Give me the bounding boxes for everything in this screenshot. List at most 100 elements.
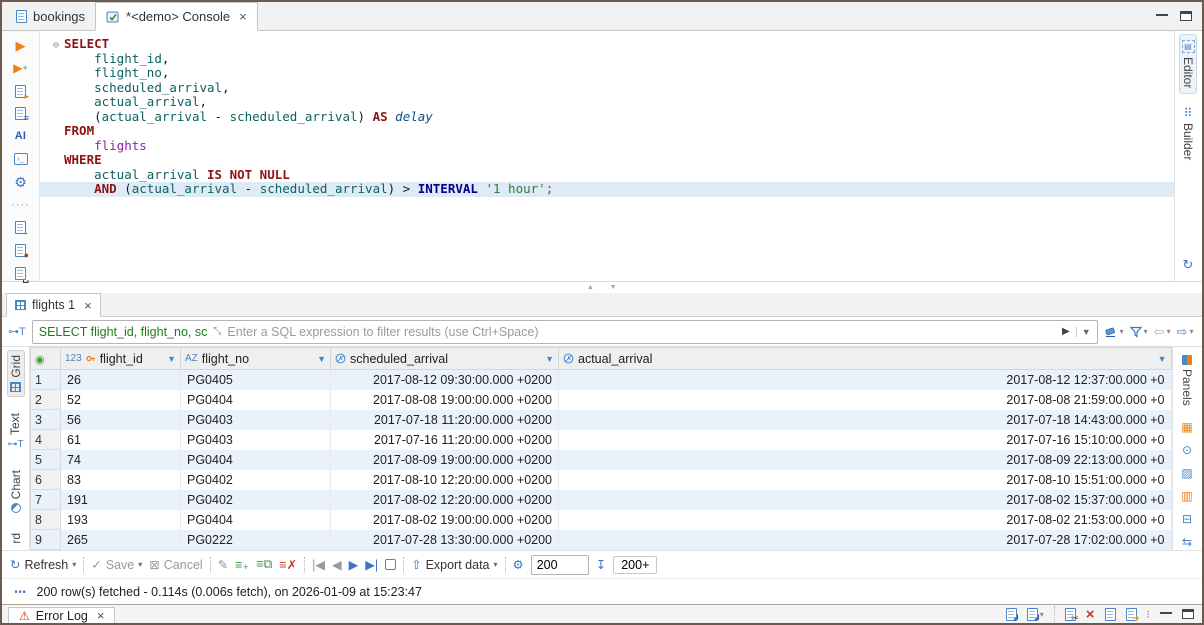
filter-input[interactable] bbox=[227, 324, 1056, 339]
delete-row-icon[interactable]: ≡✗ bbox=[279, 557, 297, 572]
fetch-next-page-button[interactable]: 200+ bbox=[613, 555, 658, 574]
ai-assistant-icon[interactable]: AI bbox=[11, 129, 31, 144]
clear-filter-icon[interactable]: ▾ bbox=[1104, 326, 1124, 338]
settings-gear-icon[interactable]: ⚙ bbox=[11, 175, 31, 190]
maximize-icon[interactable] bbox=[1179, 11, 1192, 21]
grid-cell[interactable]: 2017-08-02 15:37:00.000 +0 bbox=[558, 489, 1172, 510]
fetch-size-input[interactable] bbox=[530, 554, 589, 575]
grid-cell[interactable]: 2017-07-18 14:43:00.000 +0 bbox=[558, 409, 1172, 430]
save-button[interactable]: ✓ Save ▾ bbox=[91, 557, 142, 573]
export-data-button[interactable]: ⇧ Export data ▾ bbox=[411, 557, 497, 573]
close-icon[interactable]: × bbox=[84, 298, 92, 313]
code-line[interactable]: actual_arrival, bbox=[40, 94, 1174, 110]
grid-cell[interactable]: PG0404 bbox=[180, 449, 331, 470]
next-row-icon[interactable]: ▶ bbox=[349, 557, 359, 572]
edit-cell-icon[interactable]: ✎ bbox=[218, 557, 228, 572]
row-number[interactable]: 3 bbox=[30, 409, 61, 430]
filters-menu-icon[interactable]: ▾ bbox=[1129, 326, 1148, 338]
code-line[interactable]: AND (actual_arrival - scheduled_arrival)… bbox=[40, 181, 1174, 197]
column-filter-icon[interactable]: ▼ bbox=[317, 354, 326, 364]
grid-cell[interactable]: 26 bbox=[60, 369, 181, 390]
panels-toggle[interactable]: Panels bbox=[1179, 351, 1195, 410]
explain-plan-icon[interactable] bbox=[15, 107, 29, 123]
calc-panel-icon[interactable]: ▥ bbox=[1181, 490, 1192, 502]
code-line[interactable]: flight_id, bbox=[40, 51, 1174, 67]
grid-cell[interactable]: 2017-07-28 13:30:00.000 +0200 bbox=[330, 529, 559, 550]
tab-error-log[interactable]: ⚠ Error Log × bbox=[8, 607, 116, 623]
script-variables-icon[interactable] bbox=[15, 267, 29, 283]
column-filter-icon[interactable]: ▼ bbox=[1158, 354, 1167, 364]
row-number[interactable]: 1 bbox=[30, 369, 61, 390]
grid-cell[interactable]: 56 bbox=[60, 409, 181, 430]
code-line[interactable]: flight_no, bbox=[40, 65, 1174, 81]
grid-cell[interactable]: PG0404 bbox=[180, 509, 331, 530]
row-number[interactable]: 8 bbox=[30, 509, 61, 530]
grid-cell[interactable]: 2017-08-08 19:00:00.000 +0200 bbox=[330, 389, 559, 410]
side-tab-builder[interactable]: ⠿ Builder bbox=[1180, 102, 1196, 165]
grid-cell[interactable]: 2017-08-02 21:53:00.000 +0 bbox=[558, 509, 1172, 530]
grid-cell[interactable]: 2017-07-28 17:02:00.000 +0 bbox=[558, 529, 1172, 550]
view-menu-icon[interactable]: ⁝ bbox=[1147, 608, 1151, 621]
editor-results-splitter[interactable]: ▲ ▼ bbox=[2, 281, 1202, 293]
filter-history-icon[interactable]: ▼ bbox=[1075, 326, 1091, 337]
status-menu-icon[interactable]: ⋯ bbox=[14, 584, 28, 599]
nav-back-icon[interactable]: ⇦ ▾ bbox=[1154, 324, 1171, 340]
presentation-tab-grid[interactable]: Grid bbox=[6, 350, 25, 397]
code-line[interactable]: WHERE bbox=[40, 152, 1174, 168]
delete-log-icon[interactable]: × bbox=[1086, 607, 1095, 622]
row-number[interactable]: 2 bbox=[30, 389, 61, 410]
sql-editor[interactable]: ⊖ SELECT flight_id, flight_no, scheduled_… bbox=[40, 31, 1174, 281]
first-row-icon[interactable]: |◀ bbox=[312, 557, 325, 572]
column-filter-icon[interactable]: ▼ bbox=[167, 354, 176, 364]
grid-cell[interactable]: 2017-08-02 19:00:00.000 +0200 bbox=[330, 509, 559, 530]
prev-row-icon[interactable]: ◀ bbox=[332, 557, 342, 572]
grid-cell[interactable]: PG0403 bbox=[180, 429, 331, 450]
filter-box[interactable]: SELECT flight_id, flight_no, sc ⤡ ▶ ▼ bbox=[31, 319, 1098, 344]
close-icon[interactable]: × bbox=[239, 9, 247, 24]
code-line[interactable]: FROM bbox=[40, 123, 1174, 139]
grid-cell[interactable]: 2017-08-09 22:13:00.000 +0 bbox=[558, 449, 1172, 470]
tab-demo-console[interactable]: *<demo> Console × bbox=[95, 2, 258, 31]
grid-cell[interactable]: 2017-08-12 12:37:00.000 +0 bbox=[558, 369, 1172, 390]
execute-new-tab-icon[interactable]: ▶ + bbox=[11, 61, 31, 76]
grid-cell[interactable]: PG0222 bbox=[180, 529, 331, 550]
value-panel-icon[interactable]: ▦ bbox=[1181, 421, 1192, 433]
open-log-menu-icon[interactable] bbox=[1026, 607, 1041, 623]
fetch-all-icon[interactable]: ↧ bbox=[596, 557, 606, 572]
presentation-tab-record-clipped[interactable]: rd bbox=[8, 529, 24, 548]
refresh-diagram-icon[interactable]: ↻ bbox=[1183, 257, 1194, 273]
grid-cell[interactable]: 191 bbox=[60, 489, 181, 510]
grid-cell[interactable]: 83 bbox=[60, 469, 181, 490]
grid-cell[interactable]: 2017-08-10 12:20:00.000 +0200 bbox=[330, 469, 559, 490]
collapse-up-icon[interactable]: ▲ bbox=[587, 284, 594, 291]
tab-flights-1[interactable]: flights 1 × bbox=[6, 293, 101, 317]
close-icon[interactable]: × bbox=[97, 608, 105, 623]
code-line[interactable]: flights bbox=[40, 138, 1174, 154]
maximize-icon[interactable] bbox=[1182, 609, 1194, 619]
grid-cell[interactable]: 265 bbox=[60, 529, 181, 550]
presentation-tab-chart[interactable]: Chart bbox=[8, 466, 24, 517]
clear-log-viewer-icon[interactable] bbox=[1064, 607, 1079, 623]
grid-cell[interactable]: 2017-08-09 19:00:00.000 +0200 bbox=[330, 449, 559, 470]
grid-cell[interactable]: 2017-07-18 11:20:00.000 +0200 bbox=[330, 409, 559, 430]
execute-statement-icon[interactable]: ▶ bbox=[11, 38, 31, 53]
grid-cell[interactable]: 2017-07-16 15:10:00.000 +0 bbox=[558, 429, 1172, 450]
fetch-settings-gear-icon[interactable]: ⚙ bbox=[513, 557, 524, 572]
grid-cell[interactable]: 2017-08-02 12:20:00.000 +0200 bbox=[330, 489, 559, 510]
nav-forward-icon[interactable]: ⇨ ▾ bbox=[1177, 324, 1194, 340]
side-tab-editor[interactable]: ▤ Editor bbox=[1179, 34, 1197, 95]
apply-filter-icon[interactable]: ▶ bbox=[1062, 326, 1070, 337]
grid-cell[interactable]: 193 bbox=[60, 509, 181, 530]
grid-cell[interactable]: 2017-08-08 21:59:00.000 +0 bbox=[558, 389, 1172, 410]
grid-cell[interactable]: 74 bbox=[60, 449, 181, 470]
layout-panel-icon[interactable]: ⊟ bbox=[1182, 513, 1192, 525]
row-number[interactable]: 9 bbox=[30, 529, 61, 550]
add-row-icon[interactable]: ≡₊ bbox=[235, 557, 249, 572]
code-line[interactable]: scheduled_arrival, bbox=[40, 80, 1174, 96]
column-header-flight-id[interactable]: 123 flight_id ▼ bbox=[60, 347, 181, 370]
column-filter-icon[interactable]: ▼ bbox=[545, 354, 554, 364]
grid-cell[interactable]: PG0402 bbox=[180, 489, 331, 510]
grid-cell[interactable]: 2017-08-10 15:51:00.000 +0 bbox=[558, 469, 1172, 490]
copy-log-icon[interactable] bbox=[1104, 607, 1116, 621]
sql-console-icon[interactable]: ›_ bbox=[13, 153, 28, 166]
